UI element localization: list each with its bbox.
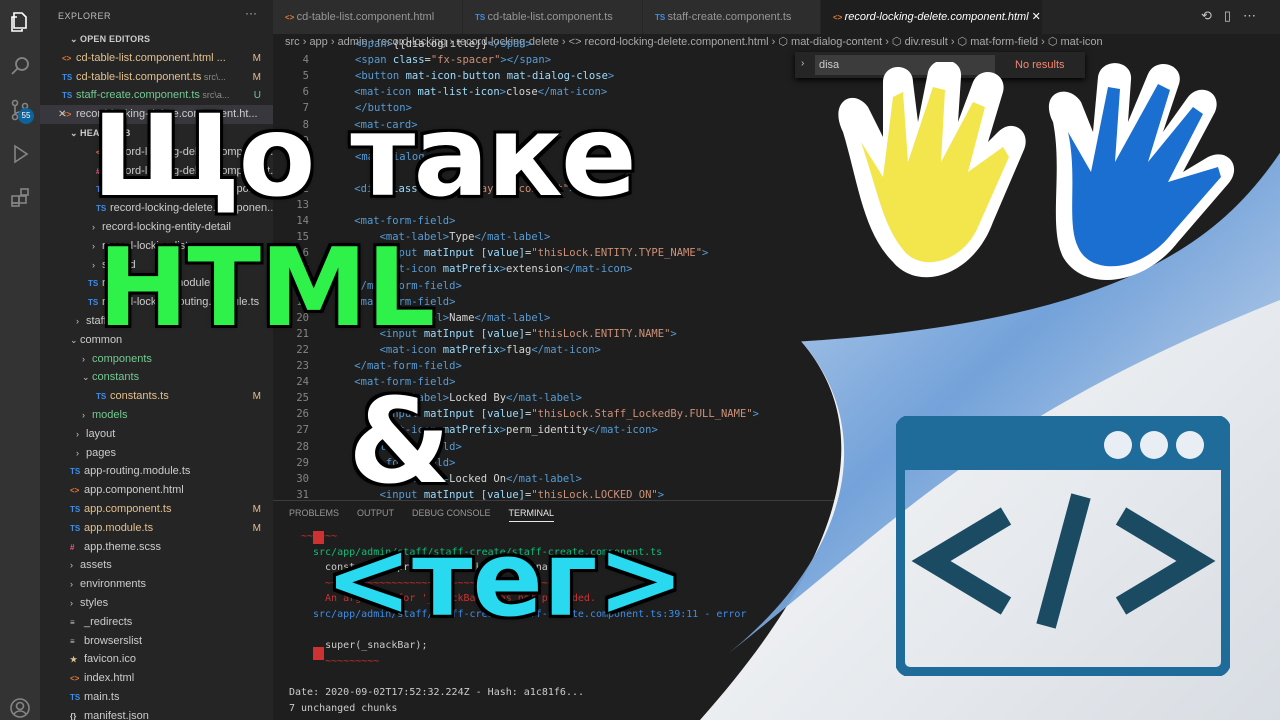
hands-illustration xyxy=(838,62,1235,280)
title-ampersand: & xyxy=(348,372,451,510)
title-line-1: Що таке xyxy=(92,92,637,222)
code-window-icon xyxy=(896,416,1230,676)
title-html: HTML xyxy=(98,226,435,351)
yellow-hand-icon xyxy=(838,62,1026,278)
blue-hand-icon xyxy=(1048,63,1235,280)
title-tag: <тег> xyxy=(325,518,685,640)
